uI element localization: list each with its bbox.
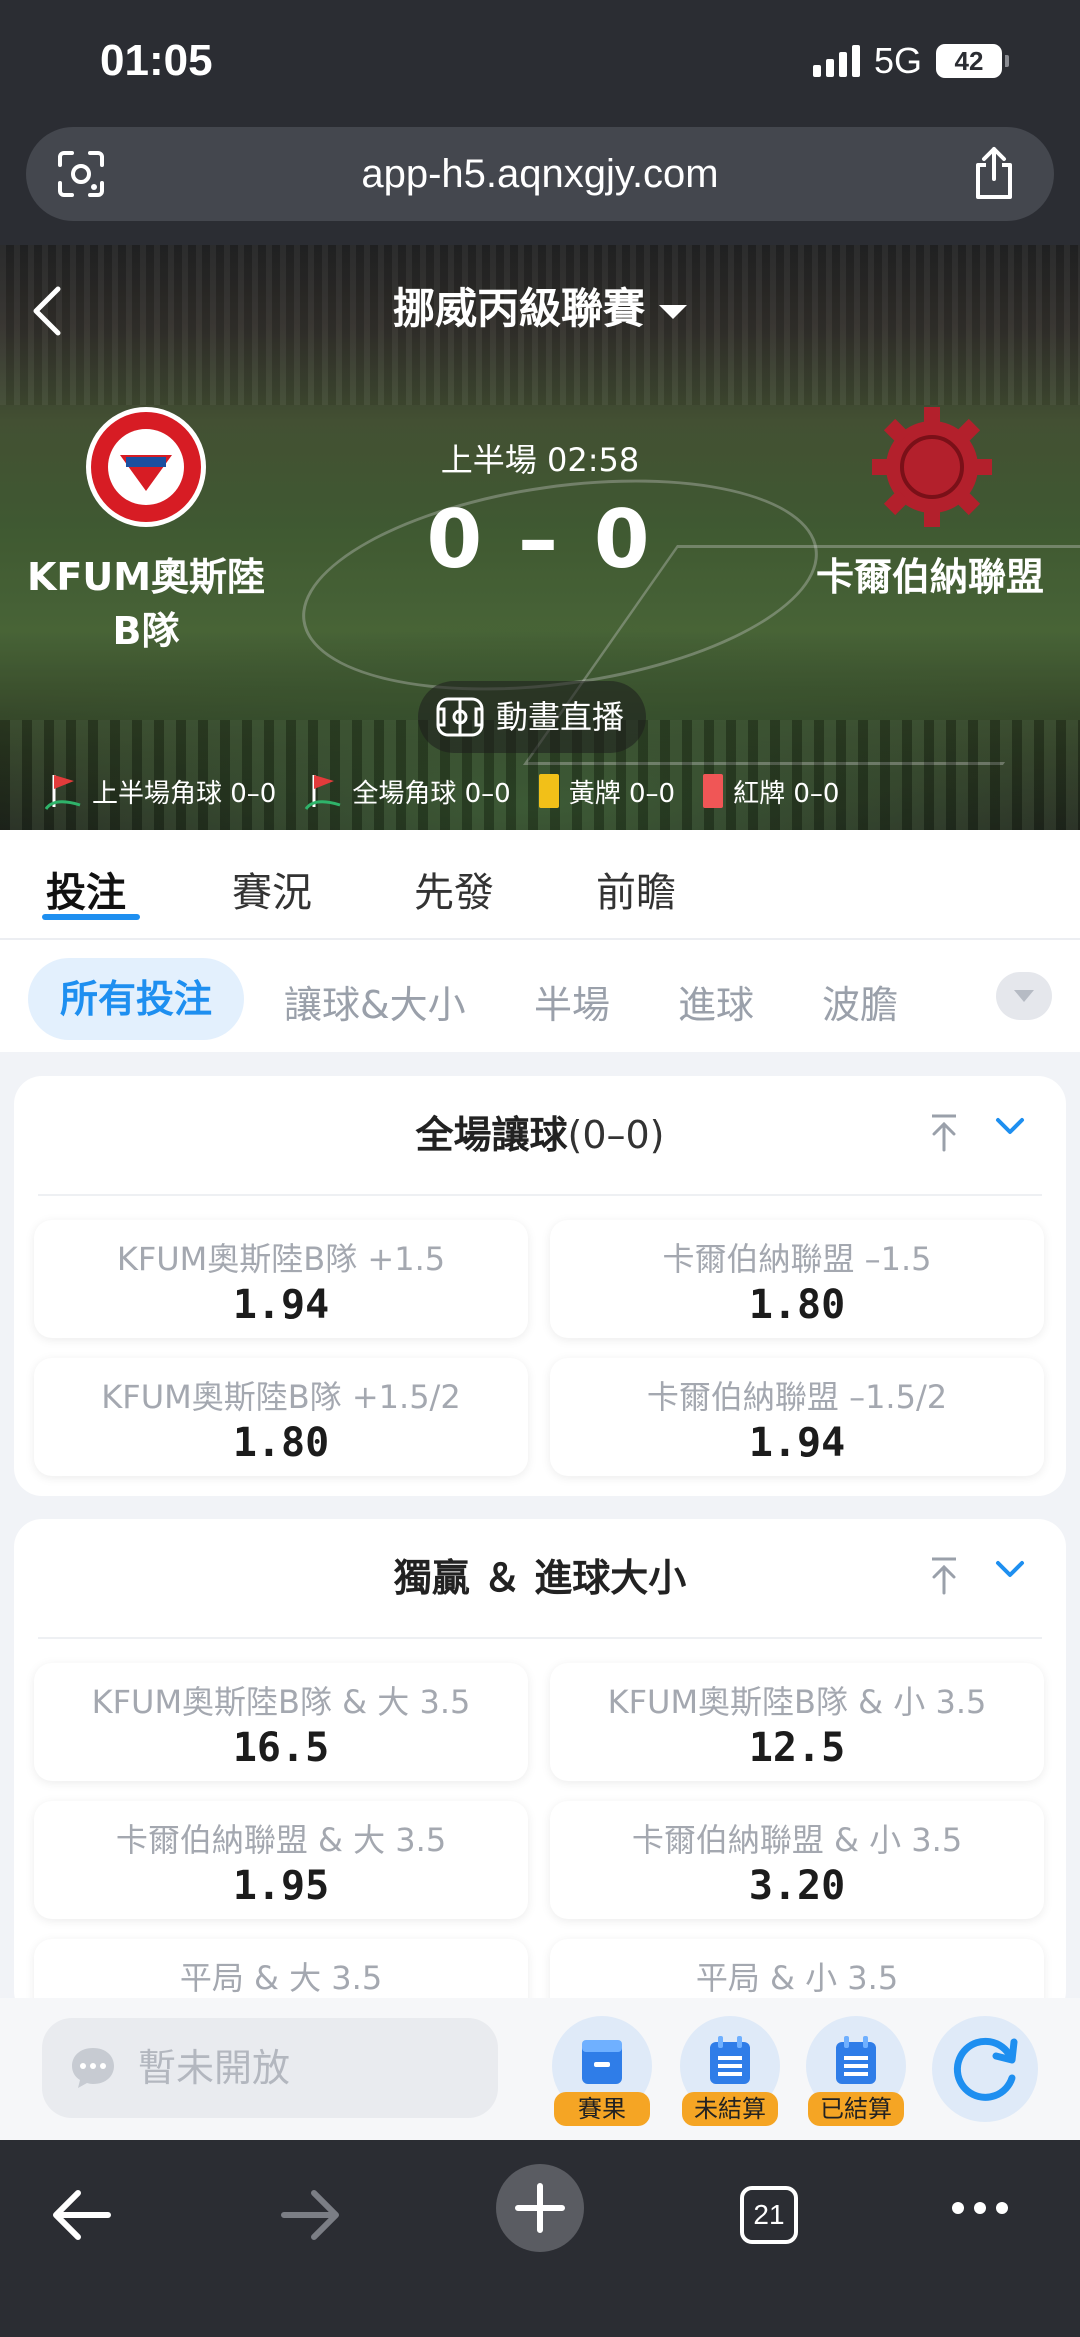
animation-live-label: 動畫直播 bbox=[496, 698, 625, 736]
refresh-button[interactable] bbox=[932, 2016, 1038, 2122]
chat-placeholder: 暫未開放 bbox=[138, 2046, 291, 2090]
results-button[interactable]: 賽果 bbox=[552, 2016, 652, 2126]
subtab-goals[interactable]: 進球 bbox=[678, 974, 754, 1029]
odd-button[interactable]: KFUM奧斯陸B隊 & 小 3.5 12.5 bbox=[550, 1663, 1044, 1781]
red-cards-stat: 紅牌 0–0 bbox=[703, 773, 839, 810]
url-bar[interactable]: app-h5.aqnxgjy.com bbox=[26, 127, 1054, 221]
pin-top-icon[interactable] bbox=[926, 1112, 962, 1152]
tab-lineup[interactable]: 先發 bbox=[414, 860, 494, 918]
subtab-all-bets[interactable]: 所有投注 bbox=[28, 958, 245, 1040]
corner-flag-icon bbox=[305, 775, 341, 810]
tabs-button[interactable]: 21 bbox=[740, 2186, 798, 2244]
chevron-down-icon[interactable] bbox=[994, 1557, 1026, 1581]
yellow-cards-stat: 黃牌 0–0 bbox=[538, 773, 675, 810]
results-icon bbox=[582, 2040, 622, 2084]
more-icon[interactable] bbox=[950, 2198, 1010, 2218]
corner-flag-icon bbox=[44, 775, 81, 810]
status-bar: 01:05 5G 42 bbox=[0, 0, 1080, 130]
browser-toolbar: 21 bbox=[0, 2140, 1080, 2337]
back-arrow-icon[interactable] bbox=[48, 2182, 114, 2248]
status-time: 01:05 bbox=[100, 36, 213, 85]
tab-preview[interactable]: 前瞻 bbox=[596, 860, 676, 918]
odd-button[interactable]: 卡爾伯納聯盟 –1.5/2 1.94 bbox=[550, 1358, 1044, 1476]
odd-button[interactable]: 卡爾伯納聯盟 & 大 3.5 1.95 bbox=[34, 1801, 528, 1919]
tab-bets[interactable]: 投注 bbox=[46, 860, 126, 918]
league-name: 挪威丙級聯賽 bbox=[392, 284, 645, 333]
battery-icon: 42 bbox=[936, 44, 1009, 78]
refresh-icon bbox=[953, 2037, 1018, 2101]
half-corners-stat: 上半場角球 0–0 bbox=[44, 771, 276, 811]
subtab-handicap-total[interactable]: 讓球&大小 bbox=[284, 974, 466, 1029]
pitch-icon bbox=[436, 697, 484, 737]
odd-button[interactable]: 卡爾伯納聯盟 & 小 3.5 3.20 bbox=[550, 1801, 1044, 1919]
calendar-icon bbox=[710, 2036, 750, 2084]
full-corners-stat: 全場角球 0–0 bbox=[304, 771, 511, 811]
main-tabs: 投注 賽況 先發 前瞻 bbox=[0, 830, 1080, 940]
odd-button[interactable]: KFUM奧斯陸B隊 +1.5/2 1.80 bbox=[34, 1358, 528, 1476]
animation-live-button[interactable]: 動畫直播 bbox=[418, 681, 646, 753]
calendar-icon bbox=[836, 2036, 876, 2084]
chat-bubble-icon bbox=[72, 2048, 114, 2088]
bet-category-tabs: 所有投注 讓球&大小 半場 進球 波膽 bbox=[0, 940, 1080, 1052]
subtab-half[interactable]: 半場 bbox=[534, 974, 610, 1029]
active-tab-indicator bbox=[42, 914, 140, 920]
signal-icon bbox=[812, 45, 860, 77]
score: 0 – 0 bbox=[426, 493, 654, 586]
new-tab-button[interactable] bbox=[496, 2164, 584, 2252]
market-handicap: 全場讓球(0–0) KFUM奧斯陸B隊 +1.5 1.94 卡爾伯納聯盟 –1.… bbox=[14, 1076, 1066, 1496]
pin-top-icon[interactable] bbox=[926, 1555, 962, 1595]
caret-down-icon bbox=[659, 304, 687, 319]
match-header: 挪威丙級聯賽 KFUM奧斯陸 B隊 卡爾伯納聯盟 上半場 02:58 0 – 0 bbox=[0, 245, 1080, 830]
chevron-down-icon[interactable] bbox=[994, 1114, 1026, 1138]
bottom-action-bar: 暫未開放 賽果 未結算 已結算 bbox=[0, 1998, 1080, 2140]
subtab-correct-score[interactable]: 波膽 bbox=[822, 974, 898, 1029]
share-icon[interactable] bbox=[970, 145, 1018, 201]
market-title: 全場讓球(0–0) bbox=[415, 1113, 665, 1157]
expand-tabs-button[interactable] bbox=[996, 972, 1052, 1020]
league-selector[interactable]: 挪威丙級聯賽 bbox=[0, 275, 1080, 336]
red-card-icon bbox=[703, 774, 724, 808]
yellow-card-icon bbox=[538, 774, 559, 808]
odd-button[interactable]: KFUM奧斯陸B隊 & 大 3.5 16.5 bbox=[34, 1663, 528, 1781]
match-stats: 上半場角球 0–0 全場角球 0–0 黃牌 0–0 紅牌 0–0 bbox=[44, 771, 867, 811]
forward-arrow-icon[interactable] bbox=[278, 2182, 344, 2248]
network-type: 5G bbox=[873, 40, 922, 81]
odd-button[interactable]: 卡爾伯納聯盟 –1.5 1.80 bbox=[550, 1220, 1044, 1338]
unsettled-button[interactable]: 未結算 bbox=[680, 2016, 780, 2126]
chat-input[interactable]: 暫未開放 bbox=[42, 2018, 498, 2118]
status-indicators: 5G 42 bbox=[812, 40, 1009, 82]
odd-button[interactable]: KFUM奧斯陸B隊 +1.5 1.94 bbox=[34, 1220, 528, 1338]
tab-live-status[interactable]: 賽況 bbox=[232, 860, 312, 918]
market-win-and-total: 獨贏 ＆ 進球大小 KFUM奧斯陸B隊 & 大 3.5 16.5 KFUM奧斯陸… bbox=[14, 1519, 1066, 2057]
settled-button[interactable]: 已結算 bbox=[806, 2016, 906, 2126]
browser-url-area: app-h5.aqnxgjy.com bbox=[0, 115, 1080, 245]
url-text[interactable]: app-h5.aqnxgjy.com bbox=[26, 127, 1054, 221]
match-clock: 上半場 02:58 bbox=[440, 441, 640, 479]
market-title: 獨贏 ＆ 進球大小 bbox=[393, 1556, 687, 1600]
plus-icon bbox=[515, 2183, 565, 2233]
